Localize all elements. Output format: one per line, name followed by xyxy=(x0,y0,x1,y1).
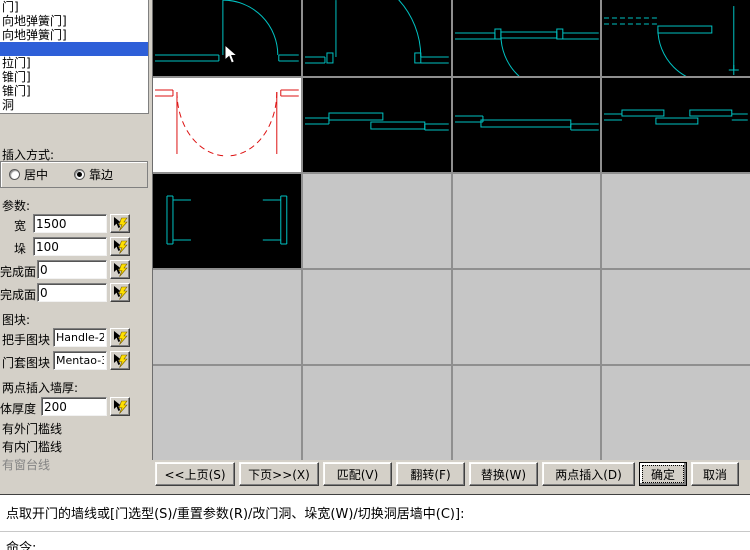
preview-cell-r4c3-empty[interactable] xyxy=(602,366,750,460)
handle-block-label: 把手图块 xyxy=(2,331,50,348)
door-preview-grid xyxy=(152,0,750,460)
handle-block-input[interactable] xyxy=(53,328,107,347)
radio-icon[interactable] xyxy=(9,169,20,180)
ok-button[interactable]: 确定 xyxy=(639,462,687,486)
command-window: 点取开门的墙线或[门选型(S)/重置参数(R)/改门洞、垛宽(W)/切换洞居墙中… xyxy=(0,494,750,550)
next-page-button[interactable]: 下页>>(X) xyxy=(239,462,319,486)
pick-wall-thickness-button[interactable] xyxy=(110,397,130,416)
pick-icon xyxy=(112,285,128,301)
preview-cell-r0c2[interactable] xyxy=(453,0,601,76)
door-type-item-selected[interactable] xyxy=(0,42,148,56)
preview-cell-r1c3[interactable] xyxy=(602,78,750,172)
wall-thickness-input[interactable] xyxy=(41,397,107,416)
door-drawing-horizontal-swing xyxy=(453,0,601,76)
pick-frame-block-button[interactable] xyxy=(110,351,130,370)
finish-face-inner-label: 完成面 xyxy=(0,286,36,303)
two-point-insert-button[interactable]: 两点插入(D) xyxy=(542,462,635,486)
pick-icon xyxy=(112,239,128,255)
two-point-wall-label: 两点插入墙厚: xyxy=(2,379,78,396)
door-drawing-double-swing-selected xyxy=(153,78,301,172)
preview-cell-r0c3[interactable] xyxy=(602,0,750,76)
preview-cell-r2c0[interactable] xyxy=(153,174,301,268)
door-drawing-opening xyxy=(153,174,301,268)
button-bar: <<上页(S) 下页>>(X) 匹配(V) 翻转(F) 替换(W) 两点插入(D… xyxy=(152,461,748,487)
radio-label: 居中 xyxy=(24,166,48,183)
pick-icon xyxy=(112,330,128,346)
radio-label: 靠边 xyxy=(89,166,113,183)
command-line-area: 点取开门的墙线或[门选型(S)/重置参数(R)/改门洞、垛宽(W)/切换洞居墙中… xyxy=(0,489,750,550)
preview-cell-r2c2-empty[interactable] xyxy=(453,174,601,268)
pick-finish-outer-button[interactable] xyxy=(110,260,130,279)
door-drawing-sliding-single-leaf xyxy=(453,78,601,172)
door-drawing-sliding-two-leaf xyxy=(303,78,451,172)
preview-cell-r3c0-empty[interactable] xyxy=(153,270,301,364)
door-type-item[interactable]: 门] xyxy=(0,0,148,14)
door-type-item[interactable]: 拉门] xyxy=(0,56,148,70)
preview-cell-r1c2[interactable] xyxy=(453,78,601,172)
pick-icon xyxy=(112,262,128,278)
preview-cell-r3c2-empty[interactable] xyxy=(453,270,601,364)
width-input[interactable] xyxy=(33,214,107,233)
radio-option-center[interactable]: 居中 xyxy=(9,166,48,183)
door-type-item[interactable]: 向地弹簧门] xyxy=(0,14,148,28)
pick-jamb-button[interactable] xyxy=(110,237,130,256)
preview-cell-r2c1-empty[interactable] xyxy=(303,174,451,268)
preview-cell-r2c3-empty[interactable] xyxy=(602,174,750,268)
cancel-button[interactable]: 取消 xyxy=(691,462,739,486)
preview-cell-r1c1[interactable] xyxy=(303,78,451,172)
replace-button[interactable]: 替换(W) xyxy=(469,462,538,486)
door-type-item[interactable]: 锥门] xyxy=(0,84,148,98)
width-label: 宽 xyxy=(14,217,26,234)
radio-option-edge[interactable]: 靠边 xyxy=(74,166,113,183)
pick-icon xyxy=(112,353,128,369)
frame-block-input[interactable] xyxy=(53,351,107,370)
finish-face-outer-label: 完成面 xyxy=(0,263,36,280)
door-type-list[interactable]: 门] 向地弹簧门] 向地弹簧门] 拉门] 锥门] 锥门] 洞 xyxy=(0,0,149,114)
preview-cell-r4c1-empty[interactable] xyxy=(303,366,451,460)
preview-cell-r4c0-empty[interactable] xyxy=(153,366,301,460)
radio-checked-icon[interactable] xyxy=(74,169,85,180)
wall-thickness-label: 体厚度 xyxy=(0,400,36,417)
params-label: 参数: xyxy=(2,197,30,214)
jamb-input[interactable] xyxy=(33,237,107,256)
door-drawing-single-swing xyxy=(153,0,301,76)
option-window-sill: 有窗台线 xyxy=(2,456,50,473)
door-drawing-sliding-multi-leaf xyxy=(602,78,750,172)
option-outer-threshold[interactable]: 有外门槛线 xyxy=(2,420,62,437)
preview-cell-r0c0[interactable] xyxy=(153,0,301,76)
preview-cell-r0c1[interactable] xyxy=(303,0,451,76)
preview-cell-r3c3-empty[interactable] xyxy=(602,270,750,364)
pick-width-button[interactable] xyxy=(110,214,130,233)
door-type-item[interactable]: 向地弹簧门] xyxy=(0,28,148,42)
finish-face-outer-input[interactable] xyxy=(37,260,107,279)
preview-cell-r4c2-empty[interactable] xyxy=(453,366,601,460)
pick-handle-block-button[interactable] xyxy=(110,328,130,347)
blocks-label: 图块: xyxy=(2,311,30,328)
pick-icon xyxy=(112,216,128,232)
prev-page-button[interactable]: <<上页(S) xyxy=(155,462,235,486)
command-input-line[interactable]: 命令: xyxy=(0,531,750,550)
door-drawing-wide-swing xyxy=(303,0,451,76)
door-drawing-pivot xyxy=(602,0,750,76)
door-type-item[interactable]: 洞 xyxy=(0,98,148,112)
flip-button[interactable]: 翻转(F) xyxy=(396,462,465,486)
match-button[interactable]: 匹配(V) xyxy=(323,462,392,486)
finish-face-inner-input[interactable] xyxy=(37,283,107,302)
pick-finish-inner-button[interactable] xyxy=(110,283,130,302)
pick-icon xyxy=(112,399,128,415)
option-inner-threshold[interactable]: 有内门槛线 xyxy=(2,438,62,455)
insert-mode-group: 居中 靠边 xyxy=(0,161,148,188)
frame-block-label: 门套图块 xyxy=(2,354,50,371)
preview-cell-r3c1-empty[interactable] xyxy=(303,270,451,364)
preview-cell-r1c0-selected[interactable] xyxy=(153,78,301,172)
command-prompt: 点取开门的墙线或[门选型(S)/重置参数(R)/改门洞、垛宽(W)/切换洞居墙中… xyxy=(0,495,750,522)
door-dialog: 门] 向地弹簧门] 向地弹簧门] 拉门] 锥门] 锥门] 洞 插入方式: 居中 … xyxy=(0,0,750,550)
jamb-label: 垛 xyxy=(14,240,26,257)
door-type-item[interactable]: 锥门] xyxy=(0,70,148,84)
